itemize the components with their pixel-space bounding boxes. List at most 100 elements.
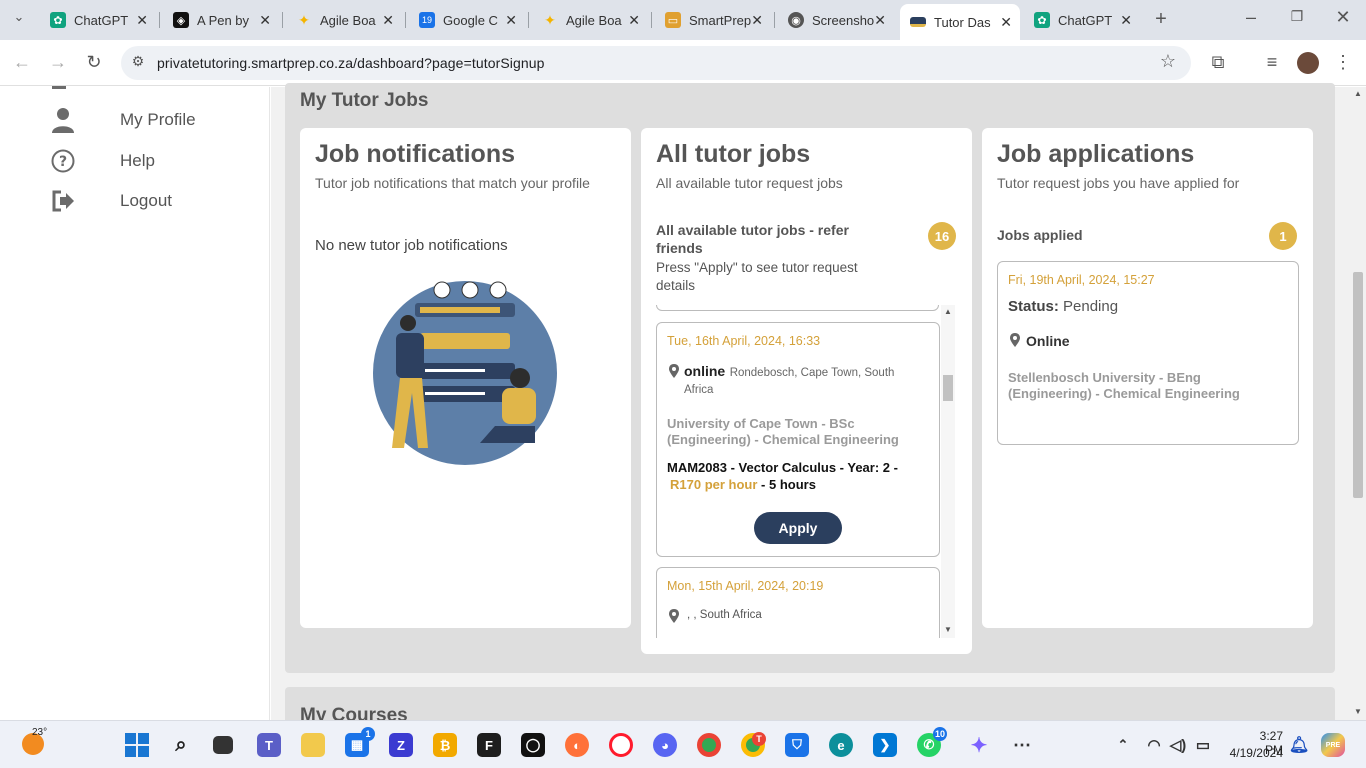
job-card: Mon, 15th April, 2024, 20:19 , , South A… [656, 567, 940, 638]
bookmark-star-icon[interactable]: ☆ [1157, 51, 1179, 72]
all-tutor-jobs-card: All tutor jobs All available tutor reque… [641, 128, 972, 654]
notification-bell-icon[interactable]: 🔔︎ [1287, 733, 1311, 757]
address-bar[interactable]: ⚙ privatetutoring.smartprep.co.za/dashbo… [121, 46, 1191, 80]
edge-icon[interactable]: e [829, 733, 853, 757]
close-icon[interactable]: ✕ [136, 12, 148, 29]
battery-icon[interactable]: ▭ [1191, 733, 1215, 757]
scroll-up-arrow-icon[interactable]: ▲ [944, 307, 952, 316]
sidebar-item-label: Help [120, 151, 155, 170]
tab-smartprep[interactable]: ▭ SmartPrep ✕ [655, 6, 771, 34]
url-text[interactable]: privatetutoring.smartprep.co.za/dashboar… [157, 55, 545, 71]
close-icon[interactable]: ✕ [505, 12, 517, 29]
scroll-down-arrow-icon[interactable]: ▼ [1354, 707, 1362, 716]
application-card: Fri, 19th April, 2024, 15:27 Status: Pen… [997, 261, 1299, 445]
new-tab-icon[interactable]: + [1150, 8, 1172, 31]
tab-screenshot[interactable]: ◉ Screensho ✕ [778, 6, 894, 34]
codepen-icon: ◈ [173, 12, 189, 28]
sidebar-item-label: My Profile [120, 110, 196, 129]
map-pin-icon [1010, 333, 1020, 352]
forward-icon[interactable]: → [47, 52, 69, 73]
zed-icon[interactable]: Z [389, 733, 413, 757]
figma-icon[interactable]: F [477, 733, 501, 757]
tab-codepen[interactable]: ◈ A Pen by ✕ [163, 6, 279, 34]
jobs-list-scrollbar[interactable]: ▲ ▼ [941, 305, 955, 638]
reload-icon[interactable]: ↻ [83, 52, 105, 73]
job-institution: University of Cape Town - BSc (Engineeri… [667, 416, 899, 447]
jobs-scroll-list[interactable]: Tue, 16th April, 2024, 16:33 online Rond… [656, 305, 941, 638]
tab-tutor-dashboard[interactable]: Tutor Das ✕ [900, 4, 1020, 40]
media-control-icon[interactable]: ≡ [1261, 52, 1283, 73]
shield-icon[interactable]: ⛉ [785, 733, 809, 757]
task-view-icon[interactable] [213, 736, 233, 754]
scroll-thumb[interactable] [943, 375, 953, 401]
svg-text:?: ? [59, 154, 67, 170]
sidebar-item-help[interactable]: ? Help [50, 148, 155, 174]
tab-separator [405, 12, 406, 28]
scroll-up-arrow-icon[interactable]: ▲ [1354, 89, 1362, 98]
help-icon: ? [50, 148, 76, 174]
restore-icon[interactable]: ❐ [1286, 8, 1308, 25]
page-scroll-thumb[interactable] [1353, 272, 1363, 498]
windows-start-icon[interactable] [125, 733, 149, 757]
site-info-icon[interactable]: ⚙ [127, 53, 149, 70]
chevron-up-icon[interactable]: ⌃ [1111, 733, 1135, 757]
teams-icon[interactable]: T [257, 733, 281, 757]
tab-chatgpt[interactable]: ✿ ChatGPT ✕ [40, 6, 156, 34]
close-icon[interactable]: ✕ [1000, 14, 1012, 31]
opera-icon[interactable] [609, 733, 633, 757]
search-icon[interactable]: ⌕ [169, 733, 193, 757]
scroll-down-arrow-icon[interactable]: ▼ [944, 625, 952, 634]
store-icon[interactable]: ▦ 1 [345, 727, 375, 757]
close-icon[interactable]: ✕ [1120, 12, 1132, 29]
chrome-icon[interactable] [697, 733, 721, 757]
tab-label: SmartPrep [689, 12, 752, 28]
close-icon[interactable]: ✕ [382, 12, 394, 29]
sidebar-item-logout[interactable]: Logout [50, 188, 172, 214]
close-window-icon[interactable]: ✕ [1332, 7, 1354, 28]
currency-app-icon[interactable]: ₿ [433, 733, 457, 757]
application-status: Status: Pending [1008, 298, 1118, 315]
tab-chatgpt-2[interactable]: ✿ ChatGPT ✕ [1024, 6, 1140, 34]
previous-job-card-edge [656, 305, 939, 311]
tab-search-icon[interactable]: ⌄ [8, 9, 30, 25]
tab-label: A Pen by [197, 12, 250, 28]
discord-icon[interactable]: ◕ [653, 733, 677, 757]
page-scrollbar[interactable]: ▲ ▼ [1350, 87, 1366, 720]
logout-icon [50, 188, 76, 214]
profile-avatar[interactable] [1297, 52, 1319, 74]
tab-agile-board[interactable]: ✦ Agile Boa ✕ [286, 6, 402, 34]
tab-google-calendar[interactable]: 19 Google C ✕ [409, 6, 525, 34]
notification-badge: 10 [932, 727, 947, 741]
tab-agile-board-2[interactable]: ✦ Agile Boa ✕ [532, 6, 648, 34]
tab-separator [528, 12, 529, 28]
sidebar-item-my-profile[interactable]: My Profile [50, 107, 196, 133]
apply-button[interactable]: Apply [754, 512, 842, 544]
file-explorer-icon[interactable] [301, 733, 325, 757]
menu-kebab-icon[interactable]: ⋮ [1332, 52, 1354, 73]
chrome-profile-icon[interactable]: T [741, 732, 766, 757]
back-icon[interactable]: ← [11, 52, 33, 73]
close-icon[interactable]: ✕ [874, 12, 886, 29]
volume-icon[interactable]: ◁) [1166, 733, 1190, 757]
jobs-list-hint: Press "Apply" to see tutor request detai… [656, 260, 858, 293]
clock-date[interactable]: 4/19/2024 [1219, 746, 1283, 760]
gemini-icon[interactable]: ✦ [967, 733, 991, 757]
tab-separator [159, 12, 160, 28]
firefox-icon[interactable]: ◐ [565, 733, 589, 757]
vscode-icon[interactable]: ❯ [873, 733, 897, 757]
close-icon[interactable]: ✕ [628, 12, 640, 29]
extensions-icon[interactable]: ⧉ [1207, 52, 1229, 73]
more-apps-icon[interactable]: ⋯ [1010, 733, 1034, 757]
close-icon[interactable]: ✕ [259, 12, 271, 29]
card-subtitle: All available tutor request jobs [656, 175, 843, 191]
github-icon[interactable]: ◯ [521, 733, 545, 757]
wifi-icon[interactable]: ◠ [1142, 733, 1166, 757]
minimize-icon[interactable]: – [1240, 7, 1262, 28]
close-icon[interactable]: ✕ [751, 12, 763, 29]
tab-separator [651, 12, 652, 28]
job-mode: online [684, 363, 726, 379]
copilot-icon[interactable]: PRE [1321, 733, 1345, 757]
sparkle-icon: ✦ [544, 11, 556, 28]
whatsapp-icon[interactable]: ✆ 10 [917, 727, 947, 757]
tab-label: Agile Boa [320, 12, 376, 28]
